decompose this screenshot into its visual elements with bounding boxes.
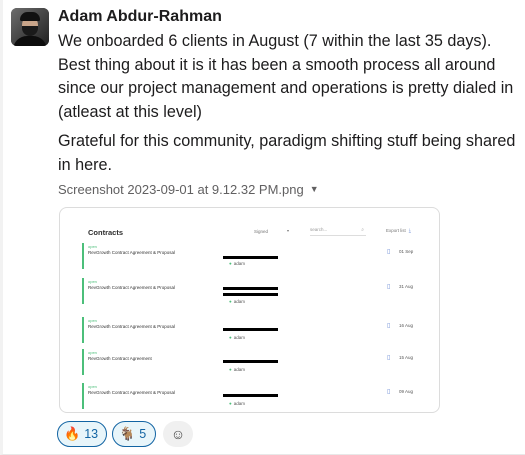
document-icon: ▯ [387, 323, 391, 329]
reaction-fire-button[interactable]: 🔥 13 [57, 421, 107, 447]
status-bar [82, 349, 84, 375]
contracts-title: Contracts [88, 228, 124, 237]
contract-row: open RevGrowth Contract Agreement & Prop… [82, 317, 422, 343]
contract-date: 01 Sep [399, 249, 414, 254]
status-bar [82, 317, 84, 343]
filter-label: Signed [254, 229, 269, 234]
contract-name: RevGrowth Contract Agreement & Proposal [88, 285, 176, 290]
user-check-icon: ● [229, 367, 232, 372]
user-check-icon: ● [229, 335, 232, 340]
status-bar [82, 243, 84, 269]
search-field: search... ⌕ [310, 227, 366, 236]
message: Adam Abdur-Rahman We onboarded 6 clients… [0, 0, 525, 455]
message-paragraph: We onboarded 6 clients in August (7 with… [58, 32, 514, 121]
user-check-icon: ● [229, 401, 232, 406]
contract-row: open RevGrowth Contract Agreement & Prop… [82, 243, 422, 269]
goat-icon: 🐐 [119, 426, 136, 441]
contract-owner: ● adam [229, 367, 245, 372]
attachment-image[interactable]: Contracts Signed ▾ search... ⌕ Export li… [59, 207, 440, 413]
status-badge: open [88, 279, 97, 284]
chevron-down-icon[interactable]: ▼ [310, 184, 319, 194]
status-badge: open [88, 350, 97, 355]
contract-name: RevGrowth Contract Agreement [88, 356, 152, 361]
fire-icon: 🔥 [64, 426, 81, 441]
export-list: Export list ⤓ [386, 228, 411, 234]
download-icon: ⤓ [408, 228, 411, 234]
status-badge: open [88, 318, 97, 323]
document-icon: ▯ [387, 355, 391, 361]
avatar[interactable] [11, 8, 49, 46]
author-name[interactable]: Adam Abdur-Rahman [58, 8, 222, 26]
contract-owner: ● adam [229, 299, 245, 304]
redaction-bar [223, 256, 278, 259]
contract-owner: ● adam [229, 261, 245, 266]
status-bar [82, 383, 84, 409]
redaction-bar [223, 394, 278, 397]
redaction-bar [223, 328, 278, 331]
status-bar [82, 278, 84, 304]
avatar-hair [20, 12, 40, 21]
user-check-icon: ● [229, 261, 232, 266]
document-icon: ▯ [387, 249, 391, 255]
document-icon: ▯ [387, 284, 391, 290]
contract-owner: ● adam [229, 335, 245, 340]
export-label: Export list [386, 228, 406, 233]
contract-owner: ● adam [229, 401, 245, 406]
reaction-count: 13 [84, 427, 99, 441]
contract-date: 09 Aug [399, 389, 414, 394]
add-reaction-button[interactable]: ☺ [163, 421, 193, 447]
contract-row: open RevGrowth Contract Agreement ● adam … [82, 349, 422, 375]
contract-date: 15 Aug [399, 355, 414, 360]
contract-name: RevGrowth Contract Agreement & Proposal [88, 250, 176, 255]
redaction-bar [223, 287, 278, 290]
filter-chevron-icon: ▾ [287, 228, 290, 233]
search-icon: ⌕ [361, 227, 364, 233]
redaction-bar [223, 293, 278, 296]
redaction-bar [223, 360, 278, 363]
attachment-header[interactable]: Screenshot 2023-09-01 at 9.12.32 PM.png ▼ [58, 182, 319, 197]
contract-row: open RevGrowth Contract Agreement & Prop… [82, 383, 422, 409]
status-badge: open [88, 244, 97, 249]
contract-row: open RevGrowth Contract Agreement & Prop… [82, 278, 422, 304]
reaction-count: 5 [139, 427, 147, 441]
status-badge: open [88, 384, 97, 389]
reaction-goat-button[interactable]: 🐐 5 [112, 421, 156, 447]
contract-date: 16 Aug [399, 323, 414, 328]
add-reaction-icon: ☺ [170, 426, 186, 442]
search-placeholder: search... [310, 227, 328, 232]
contract-date: 31 Aug [399, 284, 414, 289]
contract-name: RevGrowth Contract Agreement & Proposal [88, 390, 176, 395]
user-check-icon: ● [229, 299, 232, 304]
document-icon: ▯ [387, 389, 391, 395]
message-paragraph: Grateful for this community, paradigm sh… [58, 132, 516, 174]
contract-name: RevGrowth Contract Agreement & Proposal [88, 324, 176, 329]
attachment-filename[interactable]: Screenshot 2023-09-01 at 9.12.32 PM.png [58, 182, 304, 197]
